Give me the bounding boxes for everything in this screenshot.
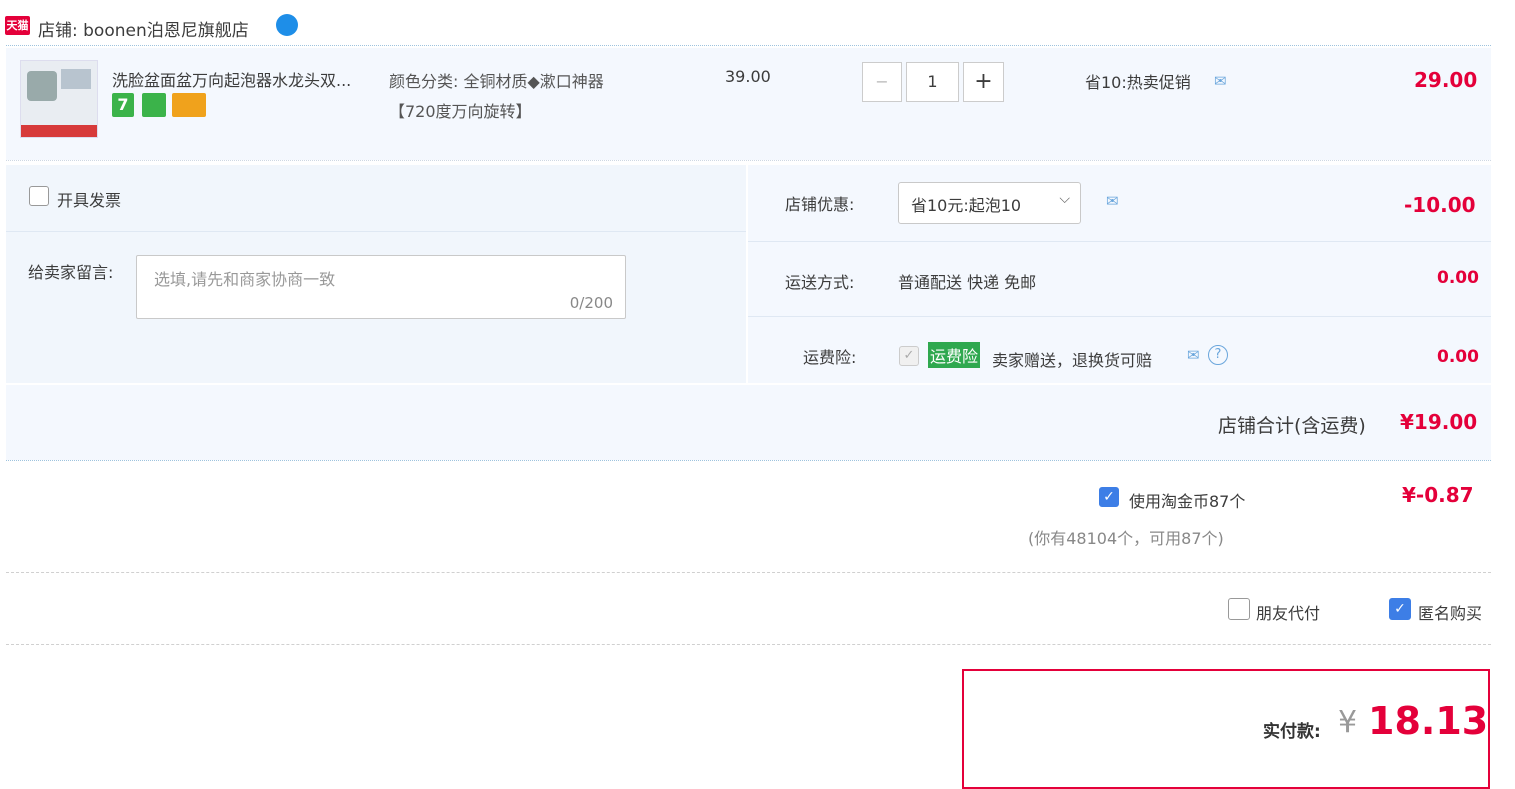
message-label: 给卖家留言: [28,263,114,282]
comment-icon[interactable]: ✉ [1187,346,1200,364]
divider [6,160,1491,161]
product-title[interactable]: 洗脸盆面盆万向起泡器水龙头双... [112,67,351,91]
invoice-label: 开具发票 [57,191,122,210]
insurance-badge: 运费险 [928,342,981,368]
shop-total-value: ¥19.00 [1400,410,1478,434]
seller-message-input[interactable]: 选填,请先和商家协商一致 0/200 [136,255,626,319]
shipping-label: 运送方式: [785,273,855,292]
insurance-value: 0.00 [1437,347,1479,367]
comment-icon[interactable]: ✉ [1106,192,1119,210]
wangwang-chat-icon[interactable] [276,14,298,36]
guarantee-icon [142,93,166,117]
item-subtotal: 29.00 [1414,68,1478,92]
insurance-label: 运费险: [803,348,857,367]
shipping-method: 普通配送 快递 免邮 [898,273,1037,292]
divider [748,241,1491,242]
quantity-increase-button[interactable]: + [963,62,1004,102]
quantity-decrease-button[interactable]: − [862,62,902,102]
shop-total-label: 店铺合计(含运费) [1218,415,1366,437]
discount-select[interactable]: 省10元:起泡10 ⌵ [898,182,1081,224]
payment-amount: 18.13 [1368,699,1489,743]
comment-icon[interactable]: ✉ [1214,72,1227,90]
unit-price: 39.00 [725,67,771,86]
seven-day-return-icon: 7 [112,93,134,117]
friend-pay-checkbox[interactable] [1228,598,1250,620]
divider [6,231,746,232]
discount-value: -10.00 [1404,193,1476,217]
divider [6,460,1491,461]
payment-label: 实付款: [1263,722,1321,742]
sku-color-category: 颜色分类: 全铜材质◆漱口神器 [389,72,604,91]
divider [6,45,1491,46]
credit-card-icon [172,93,206,117]
divider [748,316,1491,317]
payment-summary-box: 实付款: ¥ 18.13 [962,669,1490,789]
divider [6,644,1491,645]
shipping-value: 0.00 [1437,268,1479,288]
friend-pay-label: 朋友代付 [1256,604,1321,623]
insurance-checkbox: ✓ [899,346,919,366]
shop-name[interactable]: 店铺: boonen泊恩尼旗舰店 [38,16,249,41]
discount-label: 店铺优惠: [785,195,855,214]
divider [6,572,1491,573]
tmall-badge: 天猫 [5,16,30,35]
quantity-input[interactable]: 1 [906,62,959,102]
promo-text: 省10:热卖促销 [1085,73,1191,92]
message-placeholder: 选填,请先和商家协商一致 [154,270,336,289]
sku-spec: 【720度万向旋转】 [389,102,532,121]
anonymous-label: 匿名购买 [1418,604,1483,623]
discount-selected: 省10元:起泡10 [911,196,1022,215]
product-thumbnail[interactable] [20,60,98,138]
coins-value: ¥-0.87 [1402,483,1474,507]
chevron-down-icon: ⌵ [1059,191,1070,207]
help-icon[interactable]: ? [1208,345,1228,365]
use-coins-label: 使用淘金币87个 [1129,492,1246,511]
insurance-text: 卖家赠送，退换货可赔 [992,351,1153,370]
payment-currency: ¥ [1338,705,1358,740]
cart-item-row [6,48,1491,160]
coins-note: (你有48104个，可用87个) [1028,529,1224,548]
invoice-checkbox[interactable] [29,186,49,206]
anonymous-checkbox[interactable]: ✓ [1389,598,1411,620]
message-counter: 0/200 [569,294,613,312]
use-coins-checkbox[interactable]: ✓ [1099,487,1119,507]
